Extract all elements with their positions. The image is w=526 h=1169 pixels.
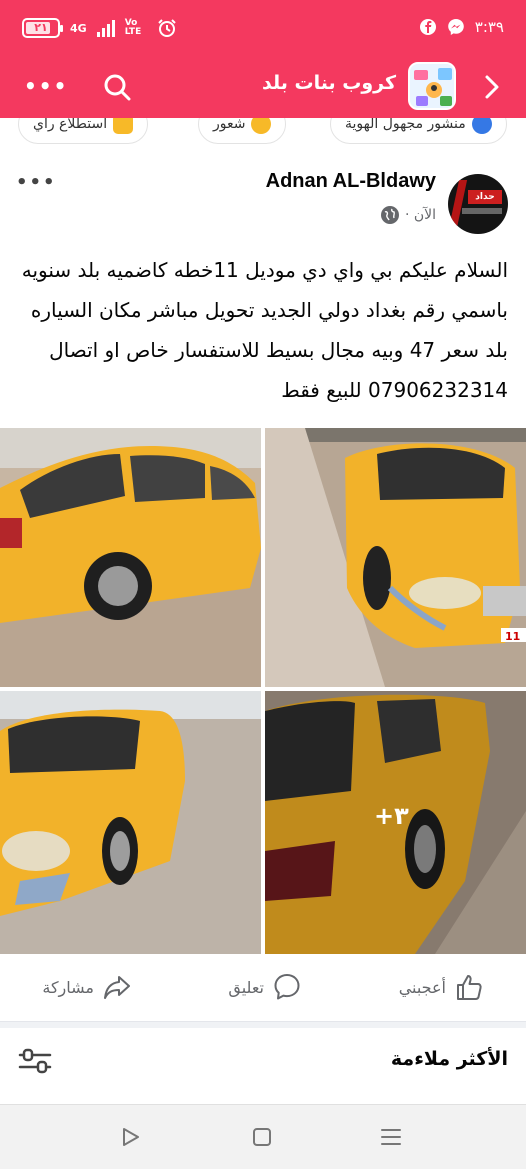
chip-feeling[interactable]: شعور — [198, 118, 287, 144]
comment-icon — [274, 974, 300, 1000]
share-button[interactable]: مشاركة — [42, 972, 132, 1002]
post-time[interactable]: الآن · — [405, 207, 436, 223]
nav-home-icon[interactable] — [248, 1123, 276, 1151]
facebook-icon — [419, 19, 436, 35]
nav-back-icon[interactable] — [116, 1123, 144, 1151]
comment-label: تعليق — [228, 977, 264, 997]
more-options-button[interactable]: ••• — [24, 74, 68, 98]
globe-icon — [380, 206, 399, 224]
messenger-icon — [447, 19, 464, 35]
android-nav-bar — [0, 1104, 526, 1169]
status-left-group: ٢١ 4G Vo LTE — [22, 18, 177, 38]
chip-label: شعور — [213, 118, 246, 132]
anonymous-icon — [471, 118, 492, 134]
car-photo-3[interactable] — [0, 691, 261, 954]
app-bar: ••• كروب بنات بلد — [0, 60, 526, 118]
chip-anonymous-post[interactable]: منشور مجهول الهوية — [330, 118, 507, 144]
post-actions-bar: أعجبني تعليق مشاركة — [0, 954, 526, 1022]
author-avatar[interactable]: حداد — [448, 174, 508, 234]
group-cover-image — [410, 64, 454, 108]
post-body: السلام عليكم بي واي دي موديل 11خطه كاضمي… — [21, 258, 508, 402]
group-title[interactable]: كروب بنات بلد — [262, 72, 396, 94]
comment-button[interactable]: تعليق — [228, 972, 302, 1002]
group-cover-thumbnail[interactable] — [408, 62, 456, 110]
chip-poll[interactable]: استطلاع رأي — [18, 118, 149, 144]
signal-icon — [96, 19, 115, 37]
filter-sliders-icon[interactable] — [18, 1046, 52, 1076]
battery-icon: ٢١ — [22, 18, 63, 38]
status-right-group: ٣:٣٩ — [419, 18, 504, 36]
battery-level: ٢١ — [34, 21, 48, 34]
app-screen: ٢١ 4G Vo LTE ٣:٣٩ ••• كروب بنات بلد منشو… — [0, 0, 526, 1169]
search-icon[interactable] — [102, 72, 132, 102]
post-photos-grid: 11 — [0, 428, 526, 954]
feeling-icon — [251, 118, 272, 134]
back-chevron-icon[interactable] — [476, 72, 506, 102]
post-meta: الآن · — [380, 206, 436, 224]
status-bar: ٢١ 4G Vo LTE ٣:٣٩ — [0, 0, 526, 60]
share-label: مشاركة — [42, 977, 94, 997]
share-icon — [104, 976, 130, 999]
comments-sort-row: الأكثر ملاءمة — [0, 1022, 526, 1104]
like-label: أعجبني — [398, 977, 446, 997]
top-header: ٢١ 4G Vo LTE ٣:٣٩ ••• كروب بنات بلد — [0, 0, 526, 118]
volte-label: Vo LTE — [124, 18, 142, 37]
car-photo-2[interactable]: 11 — [265, 428, 526, 687]
poll-icon — [113, 118, 134, 134]
sort-selector[interactable]: الأكثر ملاءمة — [391, 1048, 508, 1070]
car-photo-1[interactable] — [0, 428, 261, 687]
chip-label: استطلاع رأي — [33, 118, 108, 132]
clock-time: ٣:٣٩ — [474, 18, 504, 36]
nav-recents-icon[interactable] — [377, 1123, 405, 1151]
thumbs-up-icon — [457, 975, 482, 1000]
network-type: 4G — [70, 21, 87, 35]
post-header: حداد Adnan AL-Bldawy الآن · ••• — [0, 156, 526, 248]
like-button[interactable]: أعجبني — [399, 972, 484, 1002]
avatar-logo-text: حداد — [468, 190, 502, 204]
author-name[interactable]: Adnan AL-Bldawy — [266, 170, 436, 193]
post-more-button[interactable]: ••• — [16, 172, 57, 193]
chip-label: منشور مجهول الهوية — [345, 118, 466, 132]
composer-chips-row: منشور مجهول الهوية شعور استطلاع رأي — [0, 118, 526, 156]
more-photos-count[interactable]: +٣ — [374, 802, 409, 830]
alarm-icon — [157, 19, 176, 37]
plate-text: 11 — [505, 630, 521, 643]
